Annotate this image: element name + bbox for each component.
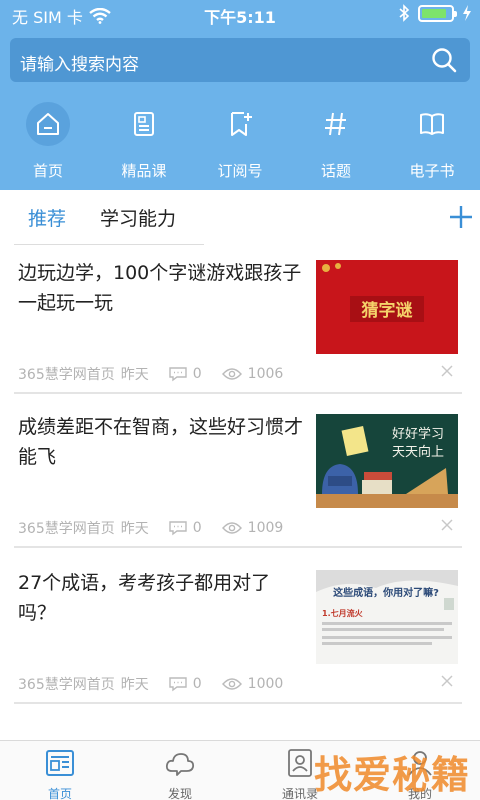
eye-icon <box>221 678 242 690</box>
comment-icon <box>169 677 187 692</box>
nav-label: 话题 <box>320 162 351 180</box>
thumb-subcaption: 1.七月流火 <box>322 608 364 618</box>
hashtag-icon <box>325 112 346 136</box>
close-icon[interactable] <box>440 674 454 688</box>
bluetooth-icon <box>399 4 410 22</box>
book-icon <box>420 113 444 135</box>
bottom-tab-label: 发现 <box>167 787 192 800</box>
nav-icon-wrap <box>26 102 70 146</box>
feed-item-title[interactable]: 成绩差距不在智商，这些好习惯才能飞 <box>18 412 306 472</box>
home-icon <box>37 113 59 135</box>
classroom-thumbnail-image: 好好学习 天天向上 <box>316 414 458 508</box>
nav-label: 精品课 <box>121 162 167 180</box>
nav-icon-wrap <box>122 102 166 146</box>
feed-tabs: 推荐 学习能力 <box>0 190 480 246</box>
course-icon <box>134 112 154 136</box>
feed-thumbnail[interactable]: 好好学习 天天向上 <box>316 414 458 508</box>
newspaper-icon <box>46 750 74 776</box>
nav-label: 首页 <box>32 162 63 180</box>
comment-icon <box>169 367 187 382</box>
feed-source: 365慧学网首页 <box>18 367 115 383</box>
search-icon[interactable] <box>430 46 458 74</box>
nav-item-topic[interactable]: 话题 <box>288 100 384 190</box>
feed-time: 昨天 <box>120 521 149 537</box>
nav-item-home[interactable]: 首页 <box>0 100 96 190</box>
thumb-caption: 这些成语，你用对了嘛? <box>333 586 439 599</box>
status-bar: 无 SIM 卡 下午5:11 <box>0 0 480 28</box>
tab-recommend[interactable]: 推荐 <box>28 204 66 231</box>
cloud-icon <box>165 753 195 776</box>
feed-thumbnail[interactable]: 猜字谜 <box>316 260 458 354</box>
feed-meta: 365慧学网首页 昨天 0 1000 <box>18 674 283 694</box>
battery-fill <box>422 8 446 18</box>
view-count: 1000 <box>247 676 284 692</box>
watermark-logo: 找爱秘籍 <box>313 753 470 797</box>
nav-icon-wrap <box>218 102 262 146</box>
battery-icon <box>418 4 457 22</box>
riddle-thumbnail-image: 猜字谜 <box>316 260 458 354</box>
bookmark-add-icon <box>231 112 252 136</box>
feed-time: 昨天 <box>120 367 149 383</box>
feed-source: 365慧学网首页 <box>18 521 115 537</box>
nav-item-ebook[interactable]: 电子书 <box>384 100 480 190</box>
feed-item-title[interactable]: 边玩边学，100个字谜游戏跟孩子一起玩一玩 <box>18 258 306 318</box>
feed-thumbnail[interactable]: 这些成语，你用对了嘛? 1.七月流火 <box>316 570 458 664</box>
view-count: 1009 <box>247 520 284 536</box>
eye-icon <box>221 522 242 534</box>
category-nav: 首页 精品课 订阅号 话题 电子书 <box>0 100 480 190</box>
nav-icon-wrap <box>410 102 454 146</box>
feed-item-title[interactable]: 27个成语，考考孩子都用对了吗？ <box>18 568 306 628</box>
feed-meta: 365慧学网首页 昨天 0 1006 <box>18 364 283 384</box>
close-icon[interactable] <box>440 364 454 378</box>
contacts-icon <box>288 749 312 777</box>
eye-icon <box>221 368 242 380</box>
thumb-caption-1: 好好学习 <box>392 426 444 442</box>
search-input[interactable]: 请输入搜索内容 <box>20 50 139 75</box>
comment-count: 0 <box>192 520 202 536</box>
tab-divider <box>14 244 204 245</box>
comment-icon <box>169 521 187 536</box>
nav-label: 电子书 <box>409 162 455 180</box>
thumb-caption-2: 天天向上 <box>392 444 444 460</box>
feed-time: 昨天 <box>120 677 149 693</box>
nav-item-subscription[interactable]: 订阅号 <box>192 100 288 190</box>
feed-item[interactable]: 边玩边学，100个字谜游戏跟孩子一起玩一玩 猜字谜 365慧学网首页 昨天 0 … <box>14 250 462 394</box>
idiom-thumbnail-image: 这些成语，你用对了嘛? 1.七月流火 <box>316 570 458 664</box>
close-icon[interactable] <box>440 518 454 532</box>
header: 请输入搜索内容 首页 精品课 订阅号 话题 电子书 <box>0 28 480 190</box>
feed-meta: 365慧学网首页 昨天 0 1009 <box>18 518 283 538</box>
feed-item[interactable]: 成绩差距不在智商，这些好习惯才能飞 好好学习 天天向上 365慧学网首页 昨天 … <box>14 404 462 548</box>
nav-label: 订阅号 <box>217 162 263 180</box>
bottom-tab-discover[interactable]: 发现 <box>120 741 240 800</box>
bottom-tab-label: 首页 <box>47 787 72 800</box>
tab-learning-ability[interactable]: 学习能力 <box>100 204 176 231</box>
comment-count: 0 <box>192 366 202 382</box>
nav-item-course[interactable]: 精品课 <box>96 100 192 190</box>
add-tab-icon[interactable] <box>448 204 474 230</box>
thumb-caption: 猜字谜 <box>361 300 414 321</box>
feed-source: 365慧学网首页 <box>18 677 115 693</box>
search-bar[interactable]: 请输入搜索内容 <box>10 38 470 82</box>
status-right <box>398 4 472 22</box>
bottom-tab-home[interactable]: 首页 <box>0 741 120 800</box>
comment-count: 0 <box>192 676 202 692</box>
feed-item[interactable]: 27个成语，考考孩子都用对了吗？ 这些成语，你用对了嘛? 1.七月流火 365慧… <box>14 560 462 704</box>
view-count: 1006 <box>247 366 284 382</box>
charging-icon <box>463 5 471 21</box>
nav-icon-wrap <box>314 102 358 146</box>
